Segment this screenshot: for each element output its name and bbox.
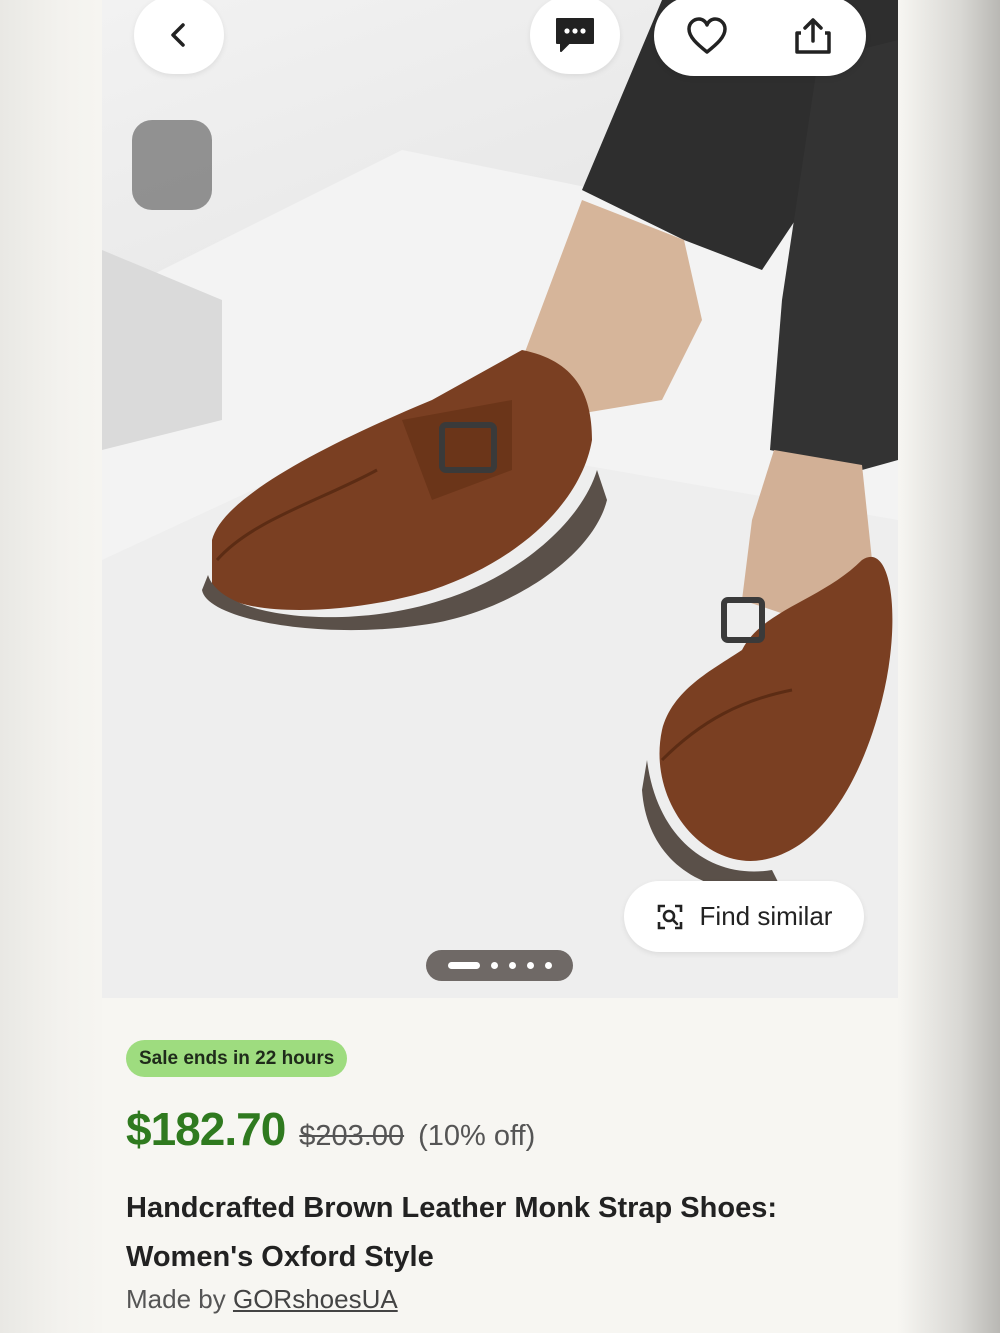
listing-screen: Find similar Sale ends in 22 hours $182.… [102,0,898,1333]
current-price: $182.70 [126,1103,286,1155]
pager-dot-active[interactable] [447,962,480,969]
image-pager[interactable] [426,950,573,981]
favorite-button[interactable] [677,6,737,66]
find-similar-button[interactable]: Find similar [624,881,864,952]
made-by-label: Made by [126,1284,226,1314]
visual-search-icon [657,904,682,929]
shop-link[interactable]: GORshoesUA [233,1284,398,1314]
chevron-left-icon [171,23,185,47]
back-button[interactable] [134,0,224,74]
product-photo-illustration [102,0,898,998]
sale-badge: Sale ends in 22 hours [126,1040,348,1077]
discount-label: (10% off) [418,1120,536,1152]
favorite-share-group [654,0,866,76]
listing-title: Handcrafted Brown Leather Monk Strap Sho… [126,1192,777,1273]
pager-dot[interactable] [508,962,516,969]
share-button[interactable] [783,6,843,66]
message-icon [556,18,594,52]
shop-attribution: Made by GORshoesUA [126,1284,398,1315]
pager-dot[interactable] [490,962,498,969]
message-seller-button[interactable] [530,0,620,74]
pager-dot[interactable] [526,962,534,969]
share-icon [795,18,831,54]
price-row: $182.70 $203.00 (10% off) [126,1102,535,1156]
heart-icon [687,17,727,54]
original-price: $203.00 [299,1120,405,1152]
product-image[interactable]: Find similar [102,0,898,998]
find-similar-label: Find similar [699,901,833,931]
pager-dot[interactable] [544,962,552,969]
